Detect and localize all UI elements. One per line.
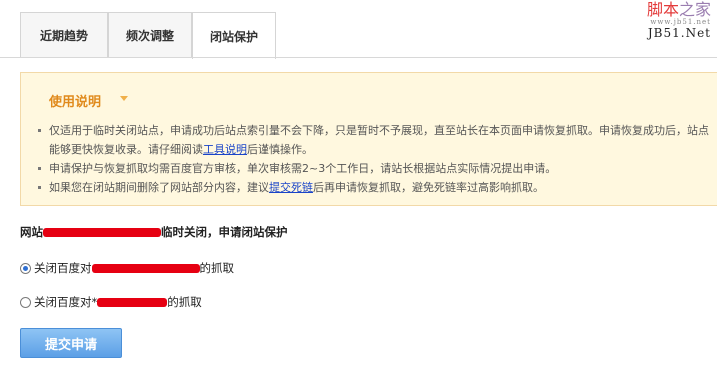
option-prefix: 关闭百度对* [34,295,98,309]
option-suffix: 的抓取 [167,295,202,309]
chevron-down-icon[interactable] [120,96,128,101]
site-line-prefix: 网站 [20,225,43,239]
tab-site-protection[interactable]: 闭站保护 [192,12,276,59]
notice-item: 如果您在闭站期间删除了网站部分内容，建议提交死链后再申请恢复抓取，避免死链率过高… [33,178,713,197]
radio-button[interactable] [20,296,31,308]
submit-application-button[interactable]: 提交申请 [20,328,122,358]
tab-trends[interactable]: 近期趋势 [20,12,108,58]
redaction-mark [97,297,168,307]
tab-divider [0,57,717,58]
site-status-line: 网站 临时关闭，申请闭站保护 [20,224,288,240]
tab-bar: 近期趋势 频次调整 闭站保护 [0,0,717,59]
redaction-mark [43,228,161,237]
notice-item-text: 申请保护与恢复抓取均需百度官方审核，单次审核需2~3个工作日，请站长根据站点实际… [49,162,557,175]
notice-item-after: 后再申请恢复抓取，避免死链率过高影响抓取。 [313,181,544,194]
notice-title: 使用说明 [49,95,102,110]
notice-item-after: 后谨慎操作。 [247,143,313,156]
submit-button-label: 提交申请 [44,337,97,353]
usage-notice-panel: 使用说明 仅适用于临时关闭站点，申请成功后站点索引量不会下降，只是暂时不予展现，… [20,72,717,206]
watermark-top-a: 脚本 [646,0,679,19]
tab-site-protection-label: 闭站保护 [209,29,258,44]
option-close-crawl-2[interactable]: 关闭百度对* 的抓取 [20,294,202,310]
option-suffix: 的抓取 [199,261,235,275]
notice-item-text: 如果您在闭站期间删除了网站部分内容，建议 [49,181,269,194]
watermark-url: www.jb51.net [650,18,711,26]
watermark-top-b: 之家 [678,0,711,19]
redaction-mark [91,263,200,273]
watermark-bottom: JB51.Net [647,26,711,40]
option-prefix: 关闭百度对 [34,261,92,275]
tab-trends-label: 近期趋势 [39,29,88,43]
tab-frequency[interactable]: 频次调整 [108,12,192,58]
notice-item: 仅适用于临时关闭站点，申请成功后站点索引量不会下降，只是暂时不予展现，直至站长在… [33,121,713,159]
notice-item: 申请保护与恢复抓取均需百度官方审核，单次审核需2~3个工作日，请站长根据站点实际… [33,159,713,178]
tab-frequency-label: 频次调整 [125,29,174,43]
submit-dead-links-link[interactable]: 提交死链 [269,181,313,194]
radio-button-checked[interactable] [20,262,31,274]
watermark-logo: 脚本之家 www.jb51.net JB51.Net [646,0,711,40]
notice-item-text: 仅适用于临时关闭站点，申请成功后站点索引量不会下降，只是暂时不予展现，直至站长在… [49,124,709,156]
tool-instructions-link[interactable]: 工具说明 [203,143,247,156]
notice-list: 仅适用于临时关闭站点，申请成功后站点索引量不会下降，只是暂时不予展现，直至站长在… [33,121,713,197]
site-line-suffix: 临时关闭，申请闭站保护 [161,225,288,239]
option-close-crawl-1[interactable]: 关闭百度对 的抓取 [20,260,234,276]
